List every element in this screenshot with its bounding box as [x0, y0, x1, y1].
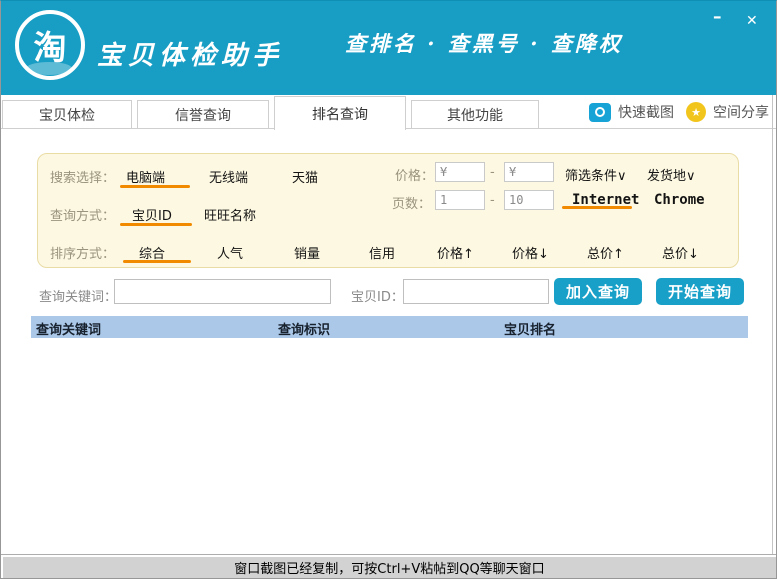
star-icon: ★ [686, 102, 706, 122]
start-query-button[interactable]: 开始查询 [656, 278, 744, 305]
minimize-button[interactable]: – [713, 9, 722, 26]
sort-option-sales[interactable]: 销量 [294, 243, 320, 262]
results-table-body[interactable] [2, 338, 776, 554]
item-id-label: 宝贝ID： [351, 286, 404, 305]
option-pc[interactable]: 电脑端 [126, 167, 165, 186]
search-select-label: 搜索选择： [50, 167, 115, 186]
content-bottom-border [1, 554, 777, 555]
option-browser-chrome[interactable]: Chrome [654, 192, 705, 208]
item-id-input[interactable] [403, 279, 549, 304]
close-button[interactable]: ✕ [746, 14, 758, 28]
space-share-label: 空间分享 [713, 102, 769, 122]
right-inner-border [772, 95, 773, 554]
sort-option-total-asc[interactable]: 总价↑ [587, 243, 624, 262]
sort-option-price-desc[interactable]: 价格↓ [512, 243, 549, 262]
logo-character: 淘 [34, 21, 67, 69]
space-share-button[interactable]: ★ 空间分享 [686, 102, 769, 122]
tab-other-functions[interactable]: 其他功能 [411, 100, 539, 129]
camera-icon [589, 103, 611, 122]
option-tmall[interactable]: 天猫 [292, 167, 318, 186]
selected-underline-item-id [120, 223, 192, 226]
selected-underline-internet [562, 206, 632, 209]
price-max-input[interactable] [504, 162, 554, 182]
selected-underline-composite [123, 260, 191, 263]
tab-reputation-query[interactable]: 信誉查询 [137, 100, 269, 129]
filter-conditions-dropdown[interactable]: 筛选条件∨ [565, 165, 627, 184]
search-options-panel: 搜索选择： 电脑端 无线端 天猫 价格： - 筛选条件∨ 发货地∨ 查询方式： … [37, 153, 739, 268]
taobao-logo-icon: 淘 [15, 10, 85, 80]
status-text: 窗口截图已经复制，可按Ctrl+V粘帖到QQ等聊天窗口 [234, 558, 544, 577]
query-method-label: 查询方式： [50, 205, 115, 224]
keyword-label: 查询关键词： [39, 286, 117, 305]
ship-from-dropdown[interactable]: 发货地∨ [647, 165, 696, 184]
pages-dash: - [490, 193, 495, 208]
tab-item-check[interactable]: 宝贝体检 [2, 100, 132, 129]
pages-label: 页数： [392, 193, 431, 212]
sort-option-credit[interactable]: 信用 [369, 243, 395, 262]
column-header-keyword[interactable]: 查询关键词 [36, 319, 101, 338]
title-bar: 淘 宝贝体检助手 查排名 · 查黑号 · 查降权 – ✕ [1, 1, 776, 95]
header-slogan: 查排名 · 查黑号 · 查降权 [345, 28, 623, 58]
tab-rank-query[interactable]: 排名查询 [274, 96, 406, 130]
pages-from-input[interactable] [435, 190, 485, 210]
option-wireless[interactable]: 无线端 [209, 167, 248, 186]
price-label: 价格： [395, 165, 434, 184]
column-header-item-rank[interactable]: 宝贝排名 [504, 319, 556, 338]
status-bar: 窗口截图已经复制，可按Ctrl+V粘帖到QQ等聊天窗口 [3, 557, 776, 578]
pages-to-input[interactable] [504, 190, 554, 210]
sort-option-total-desc[interactable]: 总价↓ [662, 243, 699, 262]
app-title: 宝贝体检助手 [97, 35, 283, 72]
price-dash: - [490, 165, 495, 180]
selected-underline-pc [120, 185, 190, 188]
price-min-input[interactable] [435, 162, 485, 182]
sort-method-label: 排序方式： [50, 243, 115, 262]
keyword-input[interactable] [114, 279, 331, 304]
sort-option-popularity[interactable]: 人气 [217, 243, 243, 262]
quick-screenshot-label: 快速截图 [618, 102, 674, 122]
option-wangwang-name[interactable]: 旺旺名称 [204, 205, 256, 224]
app-window: 淘 宝贝体检助手 查排名 · 查黑号 · 查降权 – ✕ 宝贝体检 信誉查询 排… [0, 0, 777, 579]
column-header-query-id[interactable]: 查询标识 [278, 319, 330, 338]
results-table-header: 查询关键词 查询标识 宝贝排名 [31, 316, 748, 338]
quick-screenshot-button[interactable]: 快速截图 [589, 102, 674, 122]
add-query-button[interactable]: 加入查询 [554, 278, 642, 305]
sort-option-price-asc[interactable]: 价格↑ [437, 243, 474, 262]
option-item-id[interactable]: 宝贝ID [132, 205, 172, 224]
